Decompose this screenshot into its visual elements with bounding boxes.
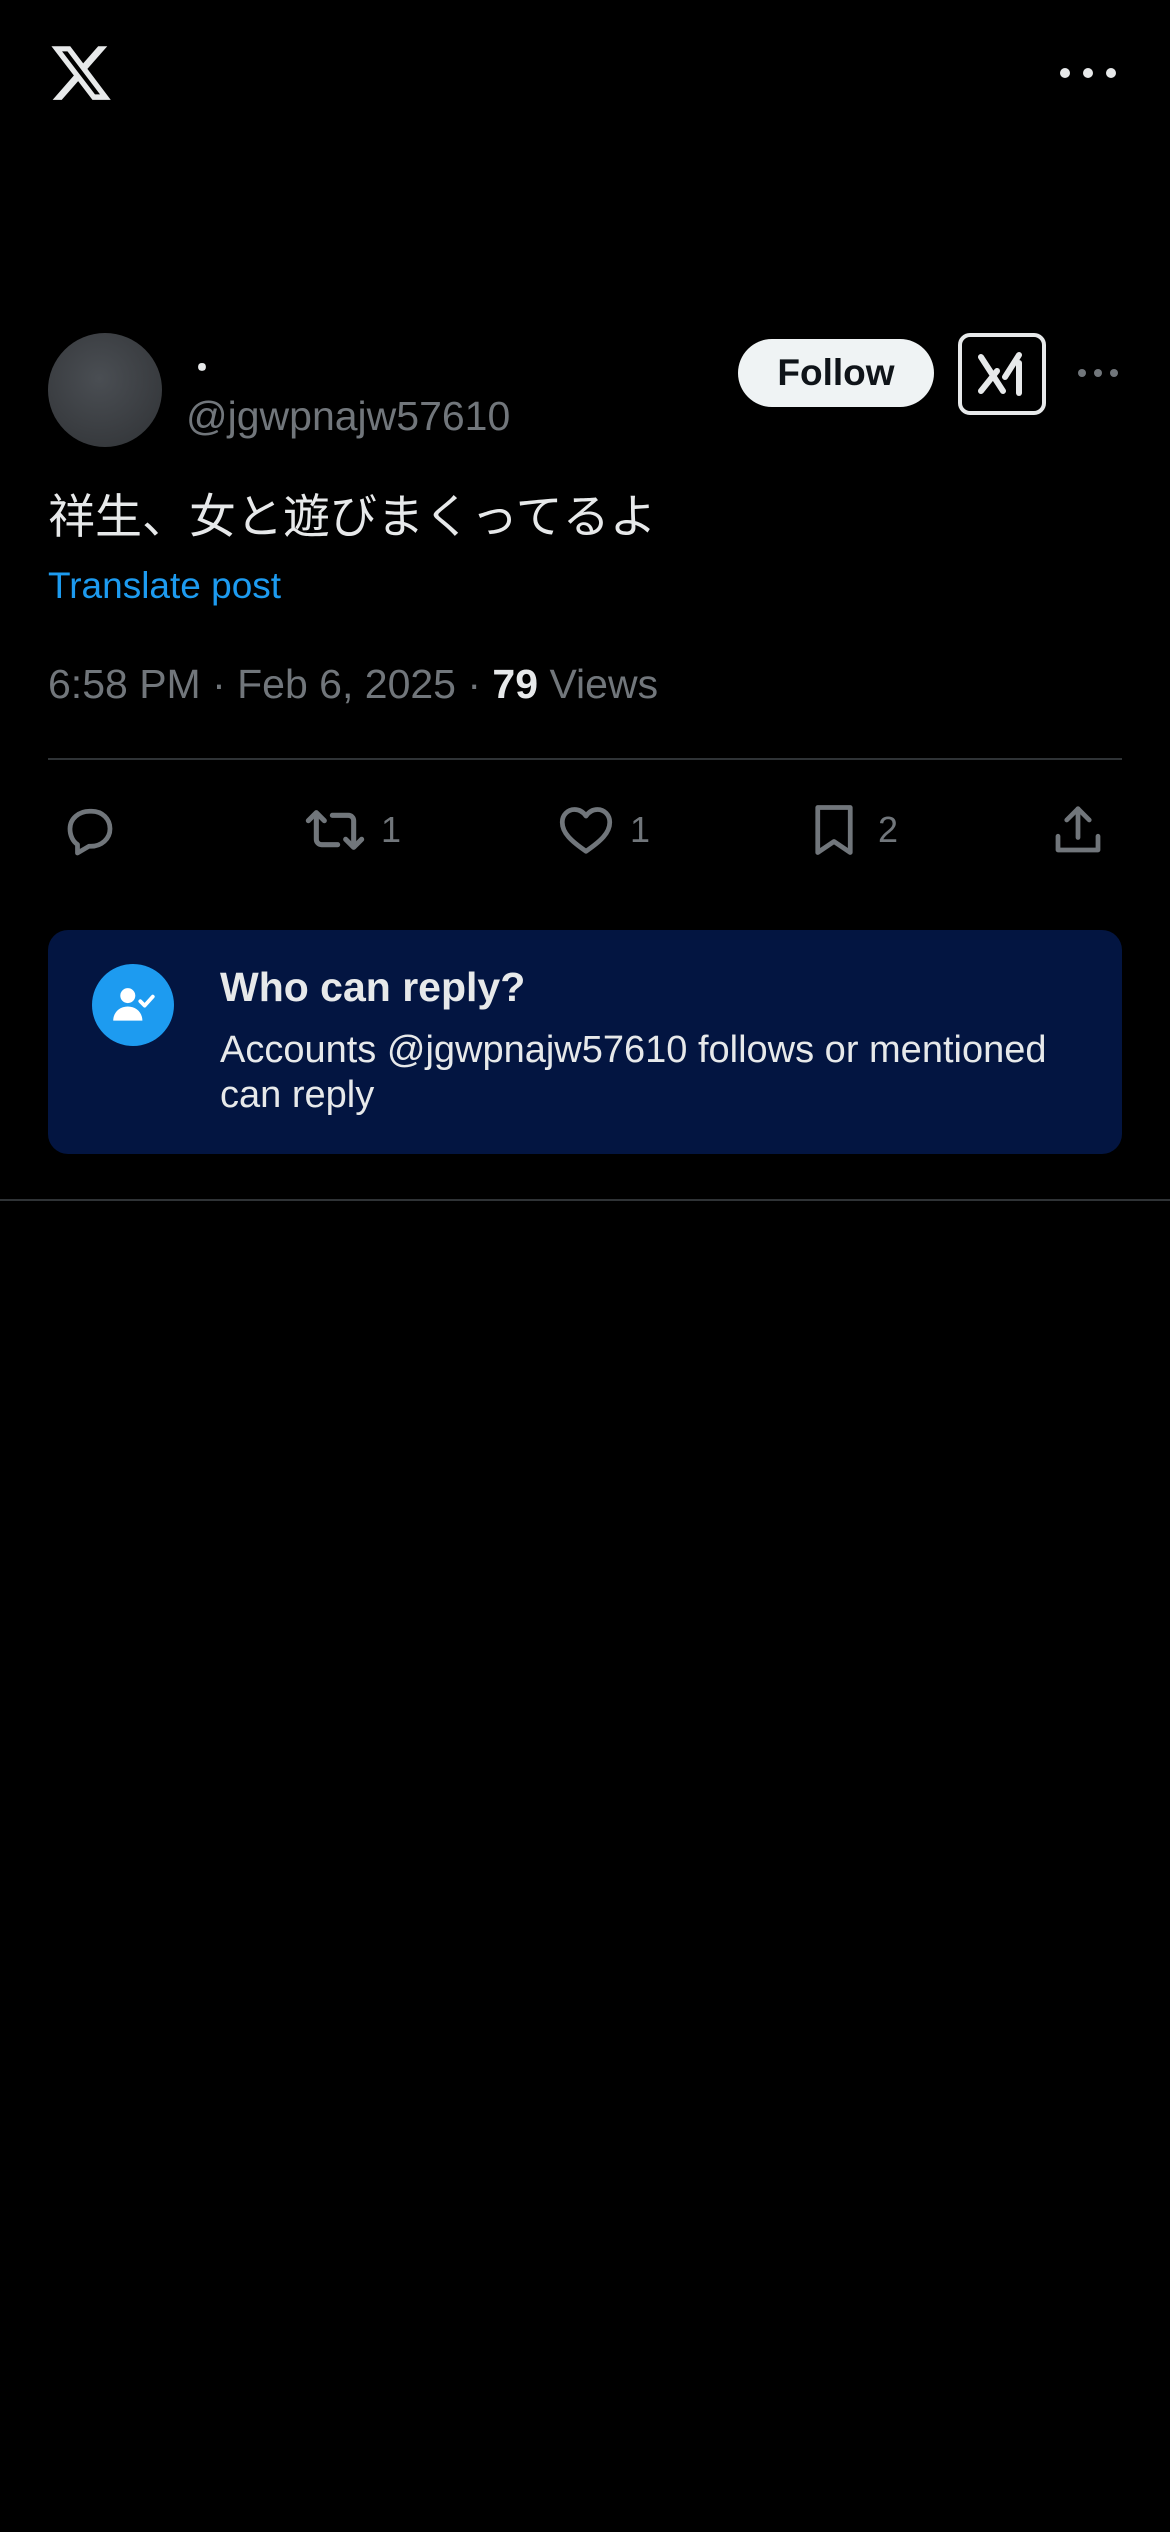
- meta-separator: ·: [200, 661, 238, 707]
- share-button[interactable]: [1048, 790, 1108, 870]
- author-handle[interactable]: @jgwpnajw57610: [186, 392, 510, 440]
- views-count: 79: [492, 661, 539, 707]
- user-check-icon: [92, 964, 174, 1046]
- reply-restriction-title: Who can reply?: [220, 964, 526, 1010]
- reply-restriction-card: Who can reply? Accounts @jgwpnajw57610 f…: [48, 930, 1122, 1154]
- post-text: 祥生、女と遊びまくってるよ: [48, 490, 657, 545]
- heart-icon: [559, 807, 613, 854]
- bookmark-icon: [815, 805, 853, 855]
- post-more-icon[interactable]: [1078, 366, 1118, 380]
- post-time[interactable]: 6:58 PM: [48, 661, 201, 707]
- divider: [0, 1199, 1170, 1201]
- reply-button[interactable]: [60, 790, 134, 870]
- avatar[interactable]: [48, 333, 162, 447]
- follow-button[interactable]: Follow: [738, 339, 934, 407]
- share-icon: [1055, 806, 1101, 853]
- post-metadata: 6:58 PM · Feb 6, 2025 · 79 Views: [48, 658, 658, 710]
- top-bar: [0, 0, 1170, 150]
- author-display-name[interactable]: ・: [186, 350, 218, 386]
- reply-icon: [67, 808, 113, 856]
- like-count: 1: [630, 809, 651, 850]
- repost-icon: [305, 810, 365, 850]
- repost-button[interactable]: 1: [303, 790, 401, 870]
- repost-count: 1: [381, 809, 402, 850]
- grok-icon: [978, 352, 1022, 396]
- views-label: Views: [549, 661, 659, 707]
- post-actions-bar: 1 1 2: [0, 790, 1170, 870]
- translate-post-link[interactable]: Translate post: [48, 562, 281, 610]
- like-button[interactable]: 1: [556, 790, 650, 870]
- reply-restriction-description: Accounts @jgwpnajw57610 follows or menti…: [220, 1029, 1047, 1116]
- grok-button[interactable]: [958, 333, 1046, 415]
- divider: [48, 758, 1122, 760]
- bookmark-count: 2: [878, 809, 899, 850]
- bookmark-button[interactable]: 2: [804, 790, 898, 870]
- meta-separator: ·: [455, 661, 493, 707]
- more-horizontal-icon[interactable]: [1060, 56, 1116, 90]
- post-date[interactable]: Feb 6, 2025: [237, 661, 456, 707]
- x-logo-icon[interactable]: [48, 40, 114, 106]
